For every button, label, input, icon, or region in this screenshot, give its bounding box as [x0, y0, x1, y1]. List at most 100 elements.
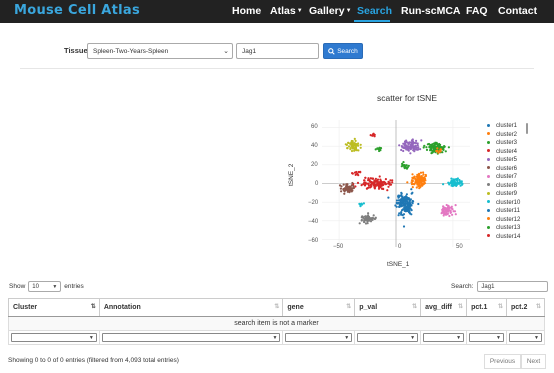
- data-point: [353, 137, 356, 140]
- data-point: [360, 202, 363, 205]
- data-point: [416, 148, 419, 151]
- data-point: [411, 173, 414, 176]
- column-filter-select[interactable]: ▼: [11, 333, 97, 342]
- legend-item[interactable]: cluster3: [487, 140, 517, 148]
- legend-item[interactable]: cluster6: [487, 166, 517, 174]
- data-point: [409, 198, 412, 201]
- chevron-down-icon: ▼: [534, 334, 539, 341]
- column-header-pct-2[interactable]: pct.2 ⇅: [506, 298, 545, 317]
- column-header-avg-diff[interactable]: avg_diff ⇅: [420, 298, 468, 317]
- x-axis-label: tSNE_1: [387, 261, 410, 268]
- column-filter-select[interactable]: ▼: [101, 333, 281, 342]
- data-point: [417, 185, 420, 188]
- data-point: [452, 182, 455, 186]
- data-point: [417, 146, 420, 149]
- legend-item[interactable]: cluster2: [487, 132, 517, 140]
- legend-scrollbar[interactable]: [526, 123, 528, 134]
- y-tick-label: 0: [315, 181, 319, 187]
- data-point: [347, 141, 350, 144]
- legend-item[interactable]: cluster14: [487, 234, 520, 242]
- data-point: [364, 181, 367, 184]
- table-header-row: Cluster ⇅ Annotation ⇅ gene ⇅ p_val ⇅ avg_di…: [8, 298, 545, 317]
- data-point: [352, 186, 355, 190]
- page-length-select[interactable]: 10 ▼: [28, 281, 62, 292]
- data-point: [439, 148, 443, 151]
- column-filter-select[interactable]: ▼: [423, 333, 465, 342]
- legend-item[interactable]: cluster1: [487, 123, 517, 131]
- data-point: [439, 143, 442, 146]
- data-point: [435, 150, 438, 153]
- column-filter-select[interactable]: ▼: [469, 333, 504, 342]
- data-point: [414, 142, 418, 145]
- data-point: [424, 173, 427, 177]
- data-point: [408, 212, 412, 215]
- column-filter-cell: ▼: [8, 330, 100, 345]
- y-tick-label: 40: [311, 143, 318, 149]
- data-point: [435, 142, 439, 145]
- data-point: [422, 182, 425, 185]
- column-title: avg_diff: [425, 304, 452, 311]
- data-point: [418, 187, 421, 190]
- table-search-input[interactable]: Jag1: [477, 281, 549, 292]
- column-header-cluster[interactable]: Cluster ⇅: [8, 298, 100, 317]
- legend-item[interactable]: cluster9: [487, 191, 517, 199]
- y-tick-label: 60: [311, 124, 318, 130]
- legend-item[interactable]: cluster4: [487, 149, 517, 157]
- data-point: [442, 183, 445, 186]
- data-point: [410, 147, 413, 150]
- data-point: [430, 152, 433, 155]
- data-point: [453, 210, 457, 213]
- data-point: [448, 214, 451, 218]
- legend-item[interactable]: cluster11: [487, 208, 520, 216]
- data-point: [447, 146, 450, 149]
- data-point: [374, 148, 377, 151]
- data-point: [354, 145, 357, 148]
- data-point: [446, 212, 449, 215]
- data-point: [374, 184, 377, 188]
- data-point: [403, 147, 407, 150]
- data-point: [422, 180, 426, 183]
- legend-item[interactable]: cluster13: [487, 225, 520, 233]
- previous-page-button[interactable]: Previous: [484, 354, 521, 369]
- legend-item[interactable]: cluster8: [487, 183, 517, 191]
- data-point: [422, 171, 425, 174]
- data-point: [359, 171, 362, 174]
- column-header-gene[interactable]: gene ⇅: [282, 298, 356, 317]
- data-point: [449, 211, 452, 214]
- legend-item[interactable]: cluster7: [487, 174, 517, 182]
- data-point: [428, 145, 431, 148]
- data-point: [351, 181, 354, 185]
- data-point: [354, 139, 357, 142]
- column-filter-select[interactable]: ▼: [509, 333, 542, 342]
- column-filter-cell: ▼: [466, 330, 507, 345]
- column-title: Annotation: [103, 304, 141, 311]
- data-point: [345, 143, 348, 146]
- data-point: [414, 180, 417, 183]
- legend-item[interactable]: cluster10: [487, 200, 520, 208]
- next-page-button[interactable]: Next: [521, 354, 546, 369]
- data-point: [351, 142, 354, 145]
- data-point: [395, 201, 398, 205]
- column-header-pct-1[interactable]: pct.1 ⇅: [466, 298, 507, 317]
- sort-ascending-icon: ⇅: [90, 304, 96, 310]
- legend-item[interactable]: cluster5: [487, 157, 517, 165]
- data-point: [401, 162, 404, 165]
- data-point: [405, 164, 408, 167]
- data-point: [410, 188, 413, 191]
- data-point: [419, 181, 422, 184]
- data-point: [352, 146, 355, 149]
- data-point: [397, 194, 400, 197]
- data-point: [414, 145, 417, 148]
- data-point: [369, 183, 372, 186]
- column-filter-select[interactable]: ▼: [357, 333, 419, 342]
- column-header-p-val[interactable]: p_val ⇅: [354, 298, 422, 317]
- data-point: [415, 139, 418, 142]
- data-point: [454, 204, 457, 207]
- column-header-annotation[interactable]: Annotation ⇅: [98, 298, 284, 317]
- column-filter-select[interactable]: ▼: [285, 333, 353, 342]
- data-point: [342, 189, 346, 192]
- data-point: [409, 152, 412, 155]
- legend-item[interactable]: cluster12: [487, 217, 520, 225]
- data-point: [363, 218, 366, 221]
- data-point: [401, 145, 404, 149]
